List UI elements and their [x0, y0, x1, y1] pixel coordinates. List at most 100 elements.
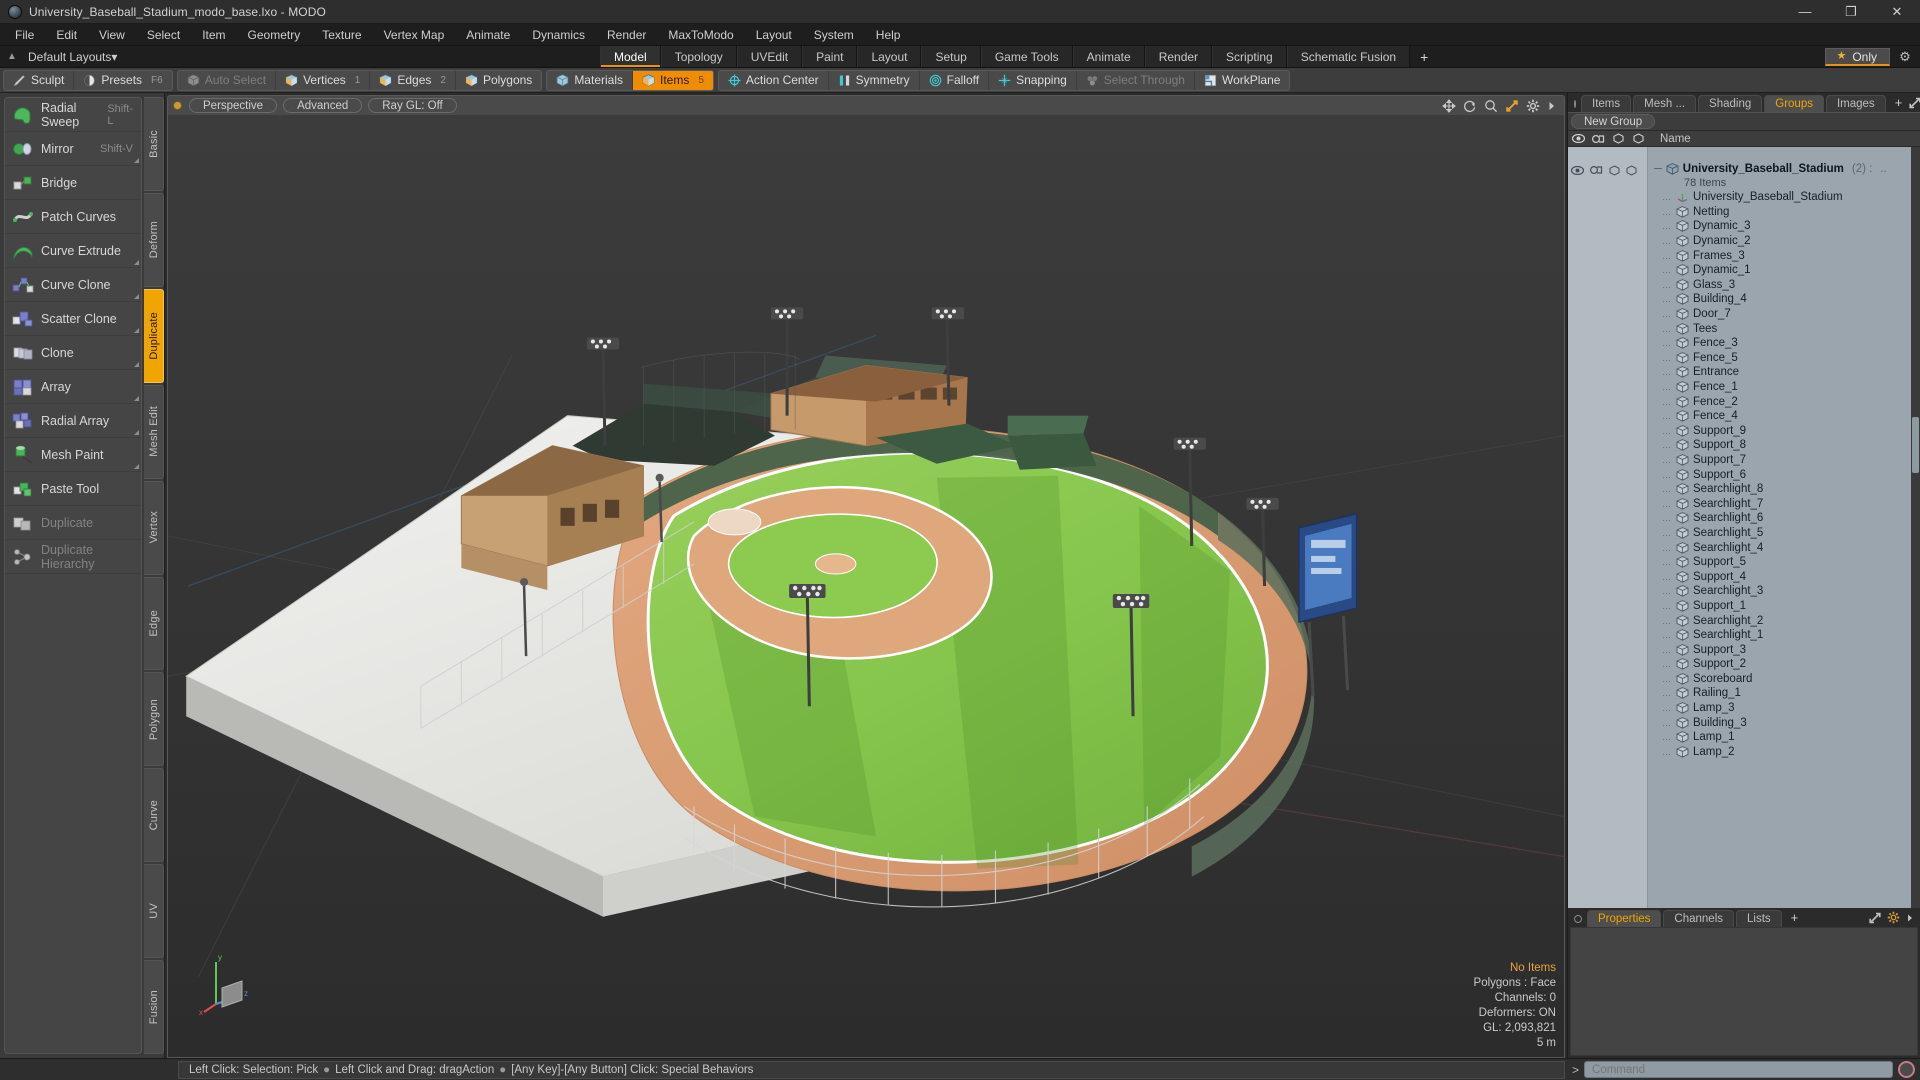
right-tab-shading[interactable]: Shading [1698, 95, 1763, 112]
tree-item-row[interactable]: … Support_2 [1648, 657, 1920, 672]
tree-item-row[interactable]: … Support_5 [1648, 555, 1920, 570]
mode-vertices[interactable]: Vertices 1 [276, 70, 371, 90]
tool-category-deform[interactable]: Deform [144, 192, 164, 287]
tree-item-row[interactable]: … Support_4 [1648, 569, 1920, 584]
menu-dynamics[interactable]: Dynamics [521, 25, 596, 45]
tool-mirror[interactable]: Mirror Shift-V [5, 132, 141, 166]
tree-item-row[interactable]: … Support_9 [1648, 424, 1920, 439]
preferences-gear-icon[interactable]: ⚙ [1896, 49, 1914, 65]
tree-item-row[interactable]: … Building_4 [1648, 292, 1920, 307]
viewport-shading-dropdown[interactable]: Advanced [283, 98, 363, 113]
mode-polygons[interactable]: Polygons [456, 71, 541, 90]
tree-item-row[interactable]: … Searchlight_4 [1648, 540, 1920, 555]
tree-item-row[interactable]: … Dynamic_2 [1648, 234, 1920, 249]
layout-tab-uvedit[interactable]: UVEdit [736, 46, 803, 67]
move-icon[interactable] [1442, 98, 1456, 113]
mode-items[interactable]: Items 5 [633, 70, 713, 90]
menu-geometry[interactable]: Geometry [237, 25, 312, 45]
tool-category-curve[interactable]: Curve [144, 768, 164, 863]
tool-category-mesh-edit[interactable]: Mesh Edit [144, 384, 164, 479]
tree-item-row[interactable]: … Door_7 [1648, 307, 1920, 322]
layout-tab-paint[interactable]: Paint [802, 46, 858, 67]
mode-auto-select[interactable]: Auto Select [178, 70, 277, 90]
new-group-button[interactable]: New Group [1571, 114, 1656, 129]
menu-layout[interactable]: Layout [745, 25, 803, 45]
mode-select-through[interactable]: Select Through [1077, 70, 1195, 90]
tool-submenu-indicator[interactable] [134, 430, 139, 435]
tree-item-row[interactable]: … Tees [1648, 321, 1920, 336]
minimize-button[interactable]: — [1782, 0, 1828, 24]
menu-vertex-map[interactable]: Vertex Map [373, 25, 456, 45]
tree-item-row[interactable]: … Searchlight_2 [1648, 613, 1920, 628]
tool-submenu-indicator[interactable] [134, 464, 139, 469]
properties-menu-icon[interactable] [1574, 915, 1582, 923]
right-tab-images[interactable]: Images [1825, 95, 1886, 112]
mode-presets[interactable]: Presets F6 [74, 71, 171, 90]
expand-properties-icon[interactable] [1869, 912, 1881, 924]
right-tab-groups[interactable]: Groups [1764, 95, 1824, 112]
right-tab-mesh[interactable]: Mesh ... [1633, 95, 1697, 112]
add-layout-tab-button[interactable]: + [1410, 46, 1438, 67]
tool-submenu-indicator[interactable] [134, 158, 139, 163]
mode-edges[interactable]: Edges 2 [370, 70, 456, 90]
expand-panel-icon[interactable] [1909, 97, 1920, 109]
menu-animate[interactable]: Animate [455, 25, 521, 45]
tool-scatter-clone[interactable]: Scatter Clone [5, 302, 141, 336]
tree-item-row[interactable]: … Searchlight_7 [1648, 496, 1920, 511]
layout-tab-layout[interactable]: Layout [857, 46, 922, 67]
properties-tab-channels[interactable]: Channels [1663, 910, 1735, 927]
tree-item-row[interactable]: … Support_6 [1648, 467, 1920, 482]
tree-item-row[interactable]: … Fence_5 [1648, 351, 1920, 366]
default-layouts-dropdown[interactable]: Default Layouts▾ [20, 48, 125, 66]
tree-item-row[interactable]: … Railing_1 [1648, 686, 1920, 701]
add-right-tab-button[interactable]: + [1888, 95, 1910, 112]
tool-radial-sweep[interactable]: Radial Sweep Shift-L [5, 98, 141, 132]
properties-gear-icon[interactable] [1887, 911, 1900, 924]
close-button[interactable]: ✕ [1874, 0, 1920, 24]
layout-tab-scripting[interactable]: Scripting [1212, 46, 1287, 67]
tree-item-row[interactable]: … Support_1 [1648, 599, 1920, 614]
maximize-button[interactable]: ❐ [1828, 0, 1874, 24]
tool-mesh-paint[interactable]: Mesh Paint [5, 438, 141, 472]
tool-curve-clone[interactable]: Curve Clone [5, 268, 141, 302]
tree-item-row[interactable]: … Lamp_2 [1648, 745, 1920, 760]
properties-tab-properties[interactable]: Properties [1587, 910, 1662, 927]
tree-item-row[interactable]: … Lamp_1 [1648, 730, 1920, 745]
command-record-button[interactable] [1898, 1061, 1915, 1078]
group-item-tree[interactable]: ─ University_Baseball_Stadium (2) : .. 7… [1568, 147, 1920, 908]
chevron-right-icon[interactable] [1547, 100, 1556, 112]
command-input[interactable] [1584, 1061, 1893, 1078]
tool-submenu-indicator[interactable] [134, 260, 139, 265]
add-properties-tab-button[interactable]: + [1784, 910, 1806, 927]
tree-item-row[interactable]: … Searchlight_8 [1648, 482, 1920, 497]
tree-item-row[interactable]: … Scoreboard [1648, 672, 1920, 687]
tree-item-row[interactable]: … Searchlight_3 [1648, 584, 1920, 599]
group-visibility-icon[interactable] [1571, 165, 1584, 175]
tree-item-row[interactable]: … Frames_3 [1648, 248, 1920, 263]
layout-tab-animate[interactable]: Animate [1072, 46, 1145, 67]
tree-item-row[interactable]: … Support_8 [1648, 438, 1920, 453]
menu-render[interactable]: Render [596, 25, 657, 45]
tree-scroll-thumb[interactable] [1912, 417, 1919, 473]
tool-submenu-indicator[interactable] [134, 328, 139, 333]
tree-item-row[interactable]: … Searchlight_6 [1648, 511, 1920, 526]
viewport-gear-icon[interactable] [1526, 99, 1540, 113]
mode-sculpt[interactable]: Sculpt [4, 70, 75, 90]
tool-array[interactable]: Array [5, 370, 141, 404]
tree-item-row[interactable]: … Fence_3 [1648, 336, 1920, 351]
tree-item-row[interactable]: … Fence_1 [1648, 380, 1920, 395]
tree-item-row[interactable]: … Searchlight_1 [1648, 628, 1920, 643]
layout-tab-model[interactable]: Model [600, 46, 661, 67]
only-toggle-button[interactable]: ★ Only [1825, 47, 1890, 66]
tree-item-row[interactable]: … Fence_4 [1648, 409, 1920, 424]
layout-tab-game-tools[interactable]: Game Tools [980, 46, 1073, 67]
tree-item-row[interactable]: … Glass_3 [1648, 278, 1920, 293]
tree-item-row[interactable]: … Netting [1648, 205, 1920, 220]
viewport-3d[interactable]: y x z No Items Polygons : Face Channels:… [167, 115, 1565, 1058]
rotate-icon[interactable] [1463, 99, 1477, 113]
tree-item-row[interactable]: … Fence_2 [1648, 394, 1920, 409]
group-render-icon[interactable] [1590, 165, 1603, 175]
tool-category-edge[interactable]: Edge [144, 576, 164, 671]
tool-bridge[interactable]: Bridge [5, 166, 141, 200]
mode-symmetry[interactable]: Symmetry [829, 70, 920, 90]
